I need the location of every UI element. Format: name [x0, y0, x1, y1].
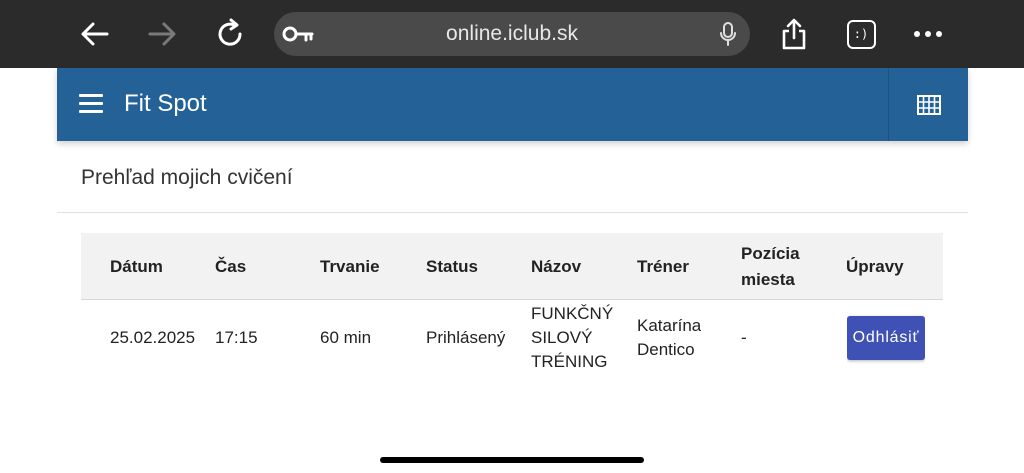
cell-trener-line1: Katarína [637, 315, 702, 335]
page-title: Prehľad mojich cvičení [81, 166, 293, 189]
cell-status: Prihlásený [426, 327, 506, 347]
address-bar[interactable]: online.iclub.sk [274, 12, 750, 56]
cell-nazov: FUNKČNÝ SILOVÝ TRÉNING [531, 300, 613, 375]
header-status: Status [426, 256, 478, 276]
table-header: Dátum Čas Trvanie Status Názov Tréner Po… [81, 233, 943, 300]
cell-datum: 25.02.2025 [110, 327, 196, 347]
header-pozicia: Pozícia miesta [741, 233, 800, 300]
header-pozicia-line1: Pozícia [741, 243, 800, 263]
app-title: Fit Spot [124, 90, 207, 117]
forward-button[interactable] [142, 14, 182, 54]
table-row: 25.02.2025 17:15 60 min Prihlásený FUNKČ… [81, 300, 943, 375]
share-button[interactable] [774, 14, 814, 54]
app-header: Fit Spot [57, 68, 968, 141]
cell-trener-line2: Dentico [637, 339, 695, 359]
home-indicator[interactable] [380, 457, 644, 463]
reload-icon [218, 18, 242, 46]
arrow-left-icon [81, 22, 109, 46]
calendar-grid-button[interactable] [888, 68, 968, 141]
cell-trvanie: 60 min [320, 327, 372, 347]
more-button[interactable] [908, 14, 948, 54]
header-nazov: Názov [531, 256, 582, 276]
cell-nazov-line2: SILOVÝ [531, 327, 593, 347]
header-pozicia-line2: miesta [741, 269, 795, 289]
back-button[interactable] [75, 14, 115, 54]
grid-icon [916, 94, 941, 115]
arrow-right-icon [148, 22, 176, 46]
menu-icon[interactable] [79, 94, 103, 114]
cell-pozicia: - [741, 327, 747, 347]
cell-nazov-line1: FUNKČNÝ [531, 303, 614, 323]
exercises-table: Dátum Čas Trvanie Status Názov Tréner Po… [81, 233, 943, 375]
url-text: online.iclub.sk [446, 22, 578, 45]
header-cas: Čas [215, 256, 247, 276]
cell-upravy: Odhlásiť [847, 300, 925, 375]
cell-trener: Katarína Dentico [637, 300, 701, 375]
more-dots-icon [914, 31, 942, 37]
microphone-icon[interactable] [718, 21, 738, 47]
browser-toolbar: online.iclub.sk :) [0, 0, 1024, 68]
share-icon [782, 18, 806, 50]
reload-button[interactable] [210, 14, 250, 54]
cell-nazov-line3: TRÉNING [531, 351, 608, 371]
divider [57, 212, 968, 213]
header-trener: Tréner [637, 256, 689, 276]
logout-button[interactable]: Odhlásiť [847, 315, 925, 360]
tabs-icon: :) [846, 19, 876, 49]
tabs-button[interactable]: :) [841, 14, 881, 54]
header-upravy: Úpravy [846, 256, 904, 276]
cell-cas: 17:15 [215, 327, 258, 347]
tabs-label: :) [853, 27, 869, 41]
header-trvanie: Trvanie [320, 256, 380, 276]
header-datum: Dátum [110, 256, 163, 276]
